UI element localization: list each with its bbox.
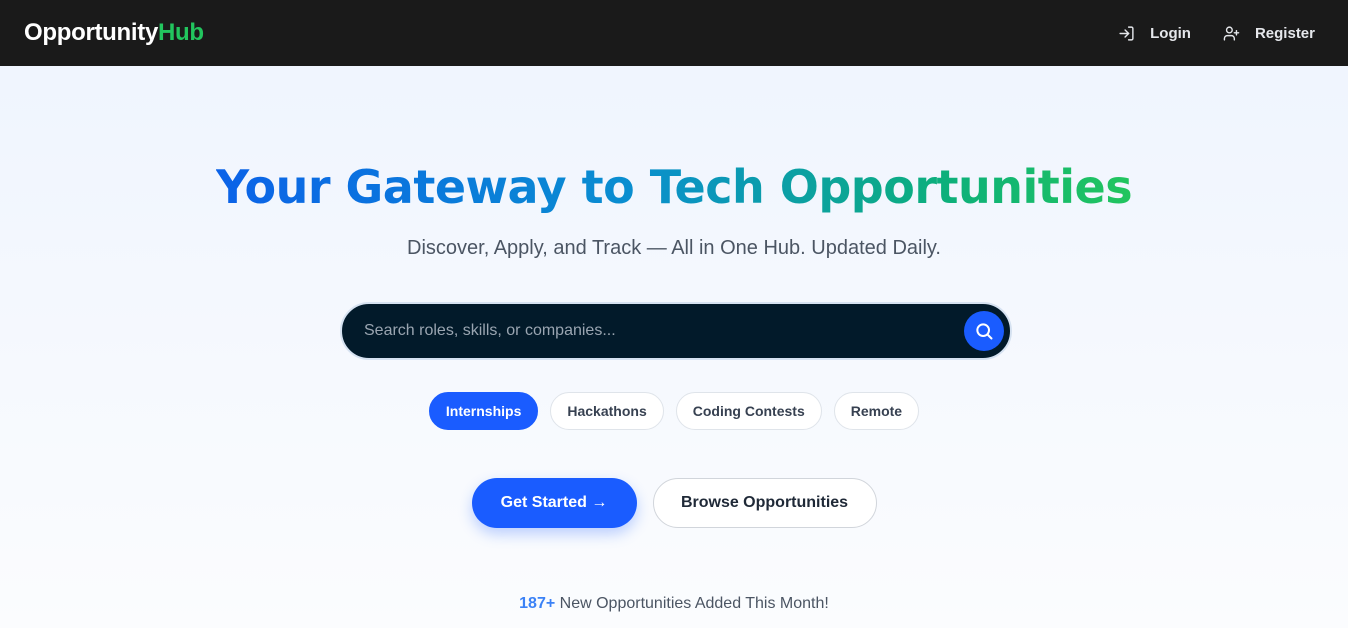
register-link[interactable]: Register: [1223, 25, 1315, 42]
brand-name: Opportunity: [24, 19, 159, 46]
stats-line: 187+ New Opportunities Added This Month!: [0, 595, 1348, 613]
filter-chip-coding-contests[interactable]: Coding Contests: [675, 392, 822, 430]
brand-accent: Hub: [158, 19, 204, 46]
login-label: Login: [1150, 24, 1191, 42]
stats-text: New Opportunities Added This Month!: [555, 595, 829, 612]
filter-chip-remote[interactable]: Remote: [833, 392, 920, 430]
browse-opportunities-button[interactable]: Browse Opportunities: [652, 478, 877, 528]
search-icon: [976, 323, 993, 340]
hero-title: Your Gateway to Tech Opportunities: [0, 160, 1348, 214]
register-label: Register: [1254, 24, 1315, 42]
filter-chips: Internships Hackathons Coding Contests R…: [0, 392, 1348, 430]
search-button[interactable]: [964, 311, 1004, 351]
add-user-icon: [1223, 25, 1240, 41]
brand-logo[interactable]: OpportunityHub: [24, 19, 204, 47]
filter-chip-hackathons[interactable]: Hackathons: [550, 392, 664, 430]
navbar: OpportunityHub Login Register: [0, 0, 1348, 66]
login-link[interactable]: Login: [1118, 25, 1191, 42]
nav-links: Login Register: [1086, 25, 1315, 42]
opportunity-count: 187+: [519, 595, 556, 612]
search-bar: [340, 302, 1012, 360]
filter-chip-internships[interactable]: Internships: [428, 392, 539, 430]
search-input[interactable]: [342, 322, 964, 340]
cta-group: Get Started → Browse Opportunities: [0, 478, 1348, 528]
get-started-button[interactable]: Get Started →: [471, 478, 637, 528]
hero-subtitle: Discover, Apply, and Track — All in One …: [407, 237, 941, 259]
hero-title-text: Your Gateway to Tech Opportunities: [215, 160, 1133, 214]
login-icon: [1119, 25, 1134, 41]
